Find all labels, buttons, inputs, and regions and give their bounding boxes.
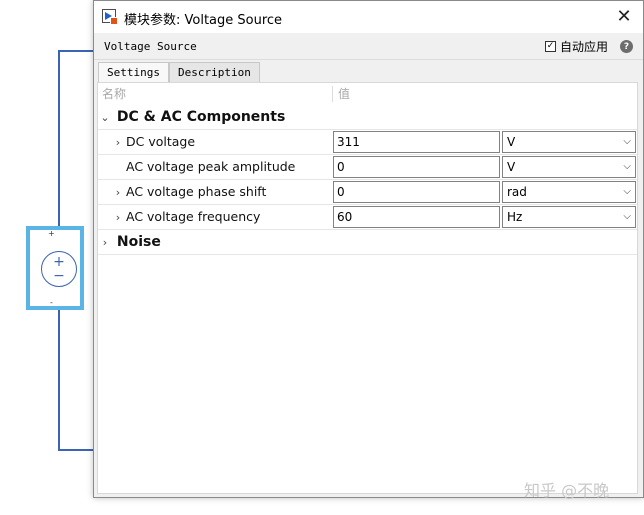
param-label-wrap: › AC voltage phase shift	[110, 180, 267, 205]
voltage-source-block[interactable]: + + − -	[26, 226, 84, 310]
dropdown-arrow-icon: ⌵	[623, 186, 631, 197]
param-label-wrap: › DC voltage	[110, 130, 195, 154]
param-label: AC voltage frequency	[126, 209, 261, 224]
negative-port-mark: -	[50, 298, 53, 307]
param-row-ac-amplitude: AC voltage peak amplitude 0 V ⌵	[98, 154, 637, 179]
column-header-name: 名称	[102, 87, 127, 101]
tab-description[interactable]: Description	[168, 62, 260, 83]
ac-frequency-unit-select[interactable]: Hz ⌵	[502, 206, 636, 228]
dc-voltage-value-field[interactable]: 311	[333, 131, 500, 153]
chevron-right-icon[interactable]: ›	[98, 231, 112, 255]
ac-frequency-value-field[interactable]: 60	[333, 206, 500, 228]
param-label: DC voltage	[126, 134, 196, 149]
param-label-wrap: › AC voltage frequency	[110, 205, 261, 230]
block-name: Voltage Source	[104, 40, 197, 53]
close-button[interactable]: ✕	[611, 5, 637, 29]
param-label: AC voltage peak amplitude	[126, 159, 296, 174]
simulink-app-icon	[102, 9, 118, 25]
group-label: Noise	[116, 234, 161, 250]
wire-left-upper	[58, 50, 60, 226]
ac-phase-value-field[interactable]: 0	[333, 181, 500, 203]
ac-amplitude-value-field[interactable]: 0	[333, 156, 500, 178]
param-label-wrap: AC voltage peak amplitude	[126, 155, 295, 179]
tab-settings[interactable]: Settings	[98, 62, 169, 83]
group-noise[interactable]: › Noise	[98, 229, 637, 255]
param-row-dc-voltage: › DC voltage 311 V ⌵	[98, 129, 637, 154]
watermark: 知乎 @不晚	[524, 481, 610, 500]
title-bar[interactable]: 模块参数: Voltage Source ✕	[94, 1, 643, 33]
tab-bar: Settings Description	[98, 62, 260, 83]
chevron-right-icon[interactable]: ›	[110, 181, 126, 205]
dc-voltage-unit-select[interactable]: V ⌵	[502, 131, 636, 153]
chevron-right-icon[interactable]: ›	[110, 206, 126, 230]
block-parameters-dialog: 模块参数: Voltage Source ✕ Voltage Source ✓ …	[93, 0, 644, 500]
group-dc-ac-components[interactable]: ⌄ DC & AC Components	[98, 105, 637, 129]
param-label: AC voltage phase shift	[126, 184, 267, 199]
help-icon[interactable]: ?	[620, 40, 633, 53]
dropdown-arrow-icon: ⌵	[623, 136, 631, 147]
parameter-table: 名称 值 ⌄ DC & AC Components › DC voltage 31…	[97, 82, 638, 494]
unit-label: V	[507, 135, 516, 149]
chevron-down-icon[interactable]: ⌄	[98, 106, 112, 130]
plus-sign: +	[53, 254, 65, 270]
column-divider	[332, 86, 333, 102]
unit-label: rad	[507, 185, 527, 199]
group-label: DC & AC Components	[116, 109, 286, 125]
auto-apply-checkbox[interactable]: ✓	[544, 41, 556, 52]
block-header: Voltage Source ✓ 自动应用 ?	[94, 33, 643, 60]
wire-bottom-horizontal	[58, 449, 94, 451]
param-row-ac-phase: › AC voltage phase shift 0 rad ⌵	[98, 179, 637, 204]
chevron-right-icon[interactable]: ›	[110, 131, 126, 155]
unit-label: Hz	[507, 210, 523, 224]
unit-label: V	[507, 160, 516, 174]
wire-top-horizontal	[58, 50, 94, 52]
auto-apply-label[interactable]: 自动应用	[560, 38, 608, 55]
param-row-ac-frequency: › AC voltage frequency 60 Hz ⌵	[98, 204, 637, 229]
ac-phase-unit-select[interactable]: rad ⌵	[502, 181, 636, 203]
positive-port-mark: +	[48, 229, 55, 238]
voltage-source-symbol: + −	[41, 251, 77, 287]
wire-left-lower	[58, 310, 60, 450]
ac-amplitude-unit-select[interactable]: V ⌵	[502, 156, 636, 178]
dropdown-arrow-icon: ⌵	[623, 161, 631, 172]
auto-apply-control: ✓ 自动应用 ?	[544, 38, 633, 55]
dropdown-arrow-icon: ⌵	[623, 211, 631, 222]
window-title: 模块参数: Voltage Source	[124, 13, 283, 28]
column-header-value: 值	[338, 87, 351, 101]
minus-sign: −	[53, 268, 65, 284]
